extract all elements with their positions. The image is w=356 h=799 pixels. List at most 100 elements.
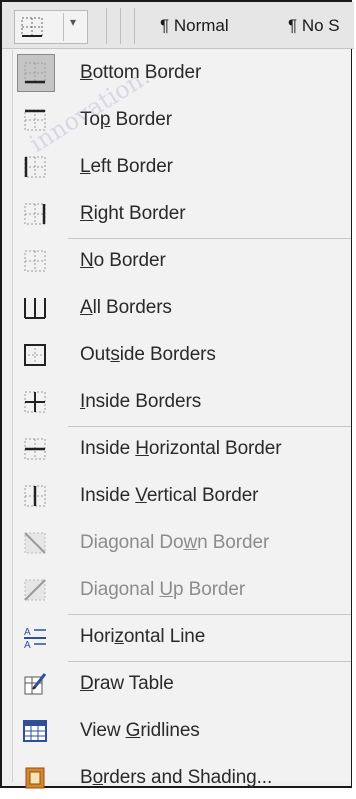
menu-item-diagonal-down-border: Diagonal Down Border — [13, 522, 351, 564]
menu-item-inside-horizontal-border[interactable]: Inside Horizontal Border — [13, 428, 351, 470]
ribbon-divider — [134, 8, 135, 44]
menu-item-no-border[interactable]: No Border — [13, 240, 351, 282]
menu-item-all-borders[interactable]: All Borders — [13, 287, 351, 329]
menu-item-label: Right Border — [80, 203, 186, 225]
label-text: ertical Border — [146, 485, 259, 506]
menu-item-label: Diagonal Down Border — [80, 532, 269, 554]
menu-item-label: All Borders — [80, 297, 172, 319]
inside-borders-icon — [23, 390, 47, 414]
menu-item-label: Borders and Shading... — [80, 767, 272, 789]
bottom-border-icon — [23, 61, 47, 85]
svg-text:A: A — [24, 627, 31, 638]
access-key: V — [135, 485, 147, 506]
inside-vertical-border-icon — [23, 484, 47, 508]
label-text: ottom Border — [92, 62, 202, 83]
borders-split-button[interactable]: ▾ — [14, 10, 88, 44]
menu-item-label: Top Border — [80, 109, 172, 131]
draw-table-icon — [23, 672, 47, 696]
outside-borders-icon — [23, 343, 47, 367]
menu-item-inside-borders[interactable]: Inside Borders — [13, 381, 351, 423]
label-text: View — [80, 720, 126, 741]
access-key: s — [110, 344, 120, 365]
style-normal[interactable]: ¶ Normal — [160, 16, 229, 36]
menu-item-label: Bottom Border — [80, 62, 201, 84]
menu-item-label: Inside Vertical Border — [80, 485, 259, 507]
menu-item-outside-borders[interactable]: Outside Borders — [13, 334, 351, 376]
access-key: A — [80, 297, 93, 318]
label-text: To — [80, 109, 100, 130]
ribbon-strip: ▾ ¶ Normal ¶ No S — [2, 2, 354, 49]
label-text: p Border — [173, 579, 246, 600]
view-gridlines-icon — [23, 719, 47, 743]
label-text: rders and Shading... — [103, 767, 273, 788]
label-text: Out — [80, 344, 111, 365]
label-text: raw Table — [93, 673, 174, 694]
label-text: Diagonal Do — [80, 532, 184, 553]
menu-item-label: No Border — [80, 250, 166, 272]
menu-item-bottom-border[interactable]: Bottom Border — [13, 52, 351, 94]
menu-item-view-gridlines[interactable]: View Gridlines — [13, 710, 351, 752]
label-text: orizontal Border — [148, 438, 282, 459]
menu-item-label: Diagonal Up Border — [80, 579, 245, 601]
menu-item-label: Outside Borders — [80, 344, 216, 366]
label-text: Diagonal — [80, 579, 160, 600]
label-text: ontal Line — [123, 626, 206, 647]
diagonal-up-border-icon — [23, 578, 47, 602]
no-border-icon — [23, 249, 47, 273]
menu-item-label: View Gridlines — [80, 720, 200, 742]
ribbon-divider — [106, 8, 107, 44]
label-text: Inside — [80, 438, 136, 459]
label-text: Inside — [80, 485, 136, 506]
menu-divider — [68, 238, 351, 239]
label-text: ight Border — [93, 203, 186, 224]
access-key: L — [80, 156, 91, 177]
menu-item-inside-vertical-border[interactable]: Inside Vertical Border — [13, 475, 351, 517]
label-text: ll Borders — [92, 297, 172, 318]
menu-item-top-border[interactable]: Top Border — [13, 99, 351, 141]
access-key: G — [125, 720, 141, 741]
style-no-spacing[interactable]: ¶ No S — [288, 16, 340, 36]
label-text: B — [80, 767, 93, 788]
diagonal-down-border-icon — [23, 531, 47, 555]
right-border-icon — [23, 202, 47, 226]
left-border-icon — [23, 155, 47, 179]
access-key: z — [114, 626, 124, 647]
access-key: w — [183, 532, 198, 553]
borders-icon — [21, 17, 43, 37]
access-key: H — [135, 438, 149, 459]
menu-item-left-border[interactable]: Left Border — [13, 146, 351, 188]
access-key: B — [80, 62, 93, 83]
menu-item-right-border[interactable]: Right Border — [13, 193, 351, 235]
label-text: eft Border — [90, 156, 173, 177]
access-key: o — [92, 767, 104, 788]
horizontal-line-icon: A A — [23, 625, 47, 651]
menu-divider — [68, 426, 351, 427]
label-text: ide Borders — [119, 344, 216, 365]
ribbon-divider — [120, 8, 121, 44]
split-separator — [63, 13, 64, 41]
all-borders-icon — [23, 296, 47, 320]
menu-item-label: Draw Table — [80, 673, 174, 695]
chevron-down-icon[interactable]: ▾ — [70, 15, 76, 29]
menu-divider — [68, 661, 351, 662]
label-text: Border — [110, 109, 173, 130]
borders-and-shading-icon — [23, 766, 47, 790]
access-key: N — [80, 250, 94, 271]
label-text: ridlines — [140, 720, 200, 741]
inside-horizontal-border-icon — [23, 437, 47, 461]
menu-item-diagonal-up-border: Diagonal Up Border — [13, 569, 351, 611]
svg-text:A: A — [24, 640, 31, 649]
menu-item-draw-table[interactable]: Draw Table — [13, 663, 351, 705]
label-text: n Border — [197, 532, 270, 553]
top-border-icon — [23, 108, 47, 132]
menu-item-label: Inside Borders — [80, 391, 201, 413]
menu-item-label: Inside Horizontal Border — [80, 438, 282, 460]
access-key: D — [80, 673, 94, 694]
menu-item-label: Left Border — [80, 156, 173, 178]
menu-item-borders-and-shading[interactable]: Borders and Shading... — [13, 757, 351, 799]
access-key: R — [80, 203, 94, 224]
menu-item-label: Horizontal Line — [80, 626, 205, 648]
access-key: U — [159, 579, 174, 600]
borders-dropdown-menu: Bottom Border Top Border Left Border Rig… — [12, 50, 351, 789]
menu-item-horizontal-line[interactable]: A A Horizontal Line — [13, 616, 351, 658]
